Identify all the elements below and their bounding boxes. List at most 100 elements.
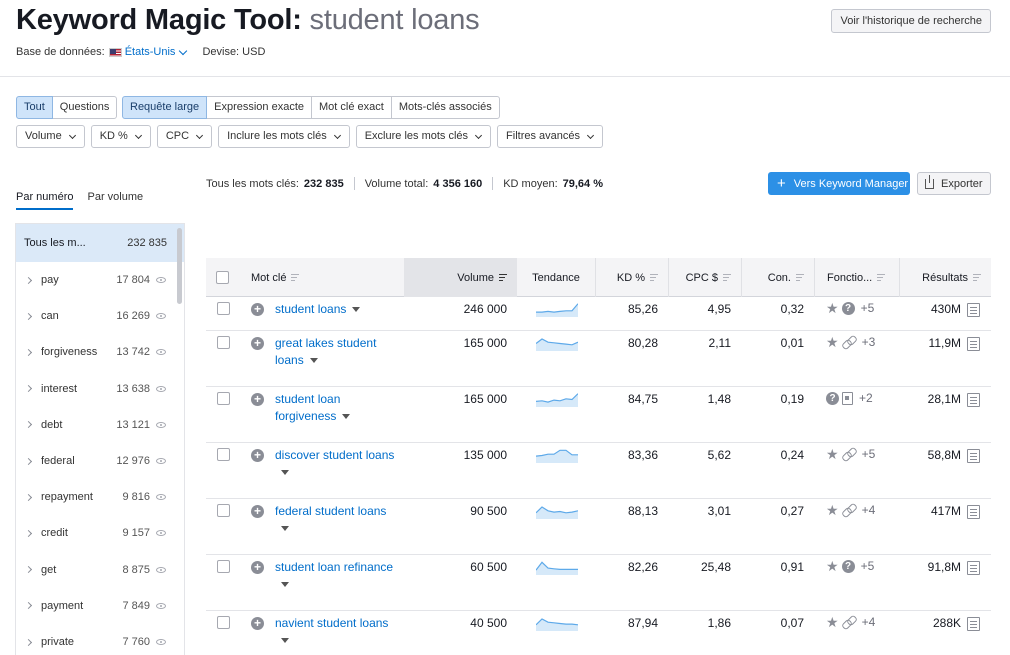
chevron-right-icon[interactable] (24, 276, 33, 284)
serp-icon[interactable] (967, 337, 980, 351)
serp-icon[interactable] (967, 617, 980, 631)
tab-broad-match[interactable]: Requête large (122, 96, 208, 119)
filter-kd[interactable]: KD % (90, 125, 151, 148)
eye-icon[interactable] (156, 313, 166, 320)
chevron-right-icon[interactable] (24, 385, 33, 393)
col-results[interactable]: Résultats (899, 258, 991, 297)
database-selector[interactable]: États-Unis (125, 46, 176, 58)
more-features-link[interactable]: +5 (861, 301, 875, 315)
caret-down-icon[interactable] (352, 307, 361, 313)
keyword-link[interactable]: federal student loans (275, 503, 400, 537)
caret-down-icon[interactable] (342, 414, 351, 420)
serp-icon[interactable] (967, 449, 980, 463)
tab-related[interactable]: Mots-clés associés (390, 96, 500, 119)
chevron-right-icon[interactable] (24, 457, 33, 465)
serp-icon[interactable] (967, 303, 980, 317)
sidebar-item-all[interactable]: Tous les m... 232 835 (16, 224, 184, 262)
chevron-right-icon[interactable] (24, 348, 33, 356)
eye-icon[interactable] (156, 639, 166, 645)
chevron-right-icon[interactable] (24, 638, 33, 646)
filter-include-keywords[interactable]: Inclure les mots clés (218, 125, 350, 148)
tab-all[interactable]: Tout (16, 96, 53, 119)
sidebar-item-repayment[interactable]: repayment 9 816 (16, 479, 176, 515)
serp-icon[interactable] (967, 505, 980, 519)
col-competition[interactable]: Con. (741, 258, 814, 297)
serp-icon[interactable] (967, 393, 980, 407)
caret-down-icon[interactable] (281, 526, 289, 532)
add-keyword-icon[interactable]: + (251, 561, 264, 574)
row-checkbox[interactable] (217, 616, 230, 629)
add-keyword-icon[interactable]: + (251, 337, 264, 350)
eye-icon[interactable] (156, 349, 166, 356)
eye-icon[interactable] (156, 566, 166, 573)
caret-down-icon[interactable] (281, 638, 289, 644)
sidebar-scrollbar[interactable] (177, 228, 182, 304)
chevron-right-icon[interactable] (24, 312, 33, 320)
keyword-link[interactable]: navient student loans (275, 615, 400, 649)
tab-exact-match[interactable]: Mot clé exact (311, 96, 392, 119)
eye-icon[interactable] (156, 458, 166, 464)
sidebar-item-interest[interactable]: interest 13 638 (16, 371, 176, 407)
filter-cpc[interactable]: CPC (156, 125, 213, 148)
eye-icon[interactable] (156, 277, 166, 283)
col-volume[interactable]: Volume (404, 258, 517, 297)
row-checkbox[interactable] (217, 560, 230, 573)
chevron-right-icon[interactable] (24, 529, 33, 537)
add-keyword-icon[interactable]: + (251, 617, 264, 630)
filter-exclude-keywords[interactable]: Exclure les mots clés (355, 125, 492, 148)
sidebar-item-federal[interactable]: federal 12 976 (16, 443, 176, 479)
row-checkbox[interactable] (217, 448, 230, 461)
row-checkbox[interactable] (217, 392, 230, 405)
search-history-button[interactable]: Voir l'historique de recherche (831, 9, 991, 33)
chevron-down-icon[interactable] (179, 46, 188, 55)
chevron-right-icon[interactable] (24, 566, 33, 574)
row-checkbox[interactable] (217, 302, 230, 315)
col-keyword[interactable]: Mot clé (251, 258, 300, 297)
chevron-right-icon[interactable] (24, 602, 33, 610)
col-serp-features[interactable]: Fonctio... (814, 258, 899, 297)
add-keyword-icon[interactable]: + (251, 505, 264, 518)
caret-down-icon[interactable] (281, 470, 289, 476)
eye-icon[interactable] (156, 602, 166, 609)
more-features-link[interactable]: +2 (859, 391, 873, 405)
serp-icon[interactable] (967, 561, 980, 575)
caret-down-icon[interactable] (309, 358, 318, 364)
tab-by-number[interactable]: Par numéro (16, 191, 74, 210)
filter-volume[interactable]: Volume (16, 125, 85, 148)
add-keyword-icon[interactable]: + (251, 449, 264, 462)
add-keyword-icon[interactable]: + (251, 393, 264, 406)
sidebar-item-credit[interactable]: credit 9 157 (16, 515, 176, 551)
filter-advanced[interactable]: Filtres avancés (497, 125, 604, 148)
tab-phrase-match[interactable]: Expression exacte (206, 96, 312, 119)
col-kd[interactable]: KD % (595, 258, 668, 297)
keyword-link[interactable]: student loan refinance (275, 559, 400, 593)
row-checkbox[interactable] (217, 504, 230, 517)
more-features-link[interactable]: +4 (862, 503, 876, 517)
chevron-right-icon[interactable] (24, 493, 33, 501)
select-all-checkbox[interactable] (216, 271, 229, 284)
eye-icon[interactable] (156, 421, 166, 428)
chevron-right-icon[interactable] (24, 421, 33, 429)
sidebar-item-debt[interactable]: debt 13 121 (16, 407, 176, 443)
row-checkbox[interactable] (217, 336, 230, 349)
sidebar-item-payment[interactable]: payment 7 849 (16, 588, 176, 624)
eye-icon[interactable] (156, 530, 166, 537)
tab-by-volume[interactable]: Par volume (87, 191, 143, 210)
keyword-link[interactable]: student loans (275, 301, 400, 318)
tab-questions[interactable]: Questions (51, 96, 118, 119)
keyword-link[interactable]: great lakes student loans (275, 335, 400, 369)
sidebar-item-pay[interactable]: pay 17 804 (16, 262, 176, 298)
more-features-link[interactable]: +5 (862, 447, 876, 461)
sidebar-item-private[interactable]: private 7 760 (16, 624, 176, 655)
more-features-link[interactable]: +5 (861, 559, 875, 573)
eye-icon[interactable] (156, 385, 166, 392)
more-features-link[interactable]: +3 (862, 335, 876, 349)
sidebar-item-can[interactable]: can 16 269 (16, 298, 176, 334)
eye-icon[interactable] (156, 494, 166, 501)
keyword-manager-button[interactable]: + Vers Keyword Manager (768, 172, 910, 195)
keyword-link[interactable]: discover student loans (275, 447, 400, 481)
caret-down-icon[interactable] (281, 582, 289, 588)
sidebar-item-get[interactable]: get 8 875 (16, 552, 176, 588)
sidebar-item-forgiveness[interactable]: forgiveness 13 742 (16, 334, 176, 370)
more-features-link[interactable]: +4 (862, 615, 876, 629)
